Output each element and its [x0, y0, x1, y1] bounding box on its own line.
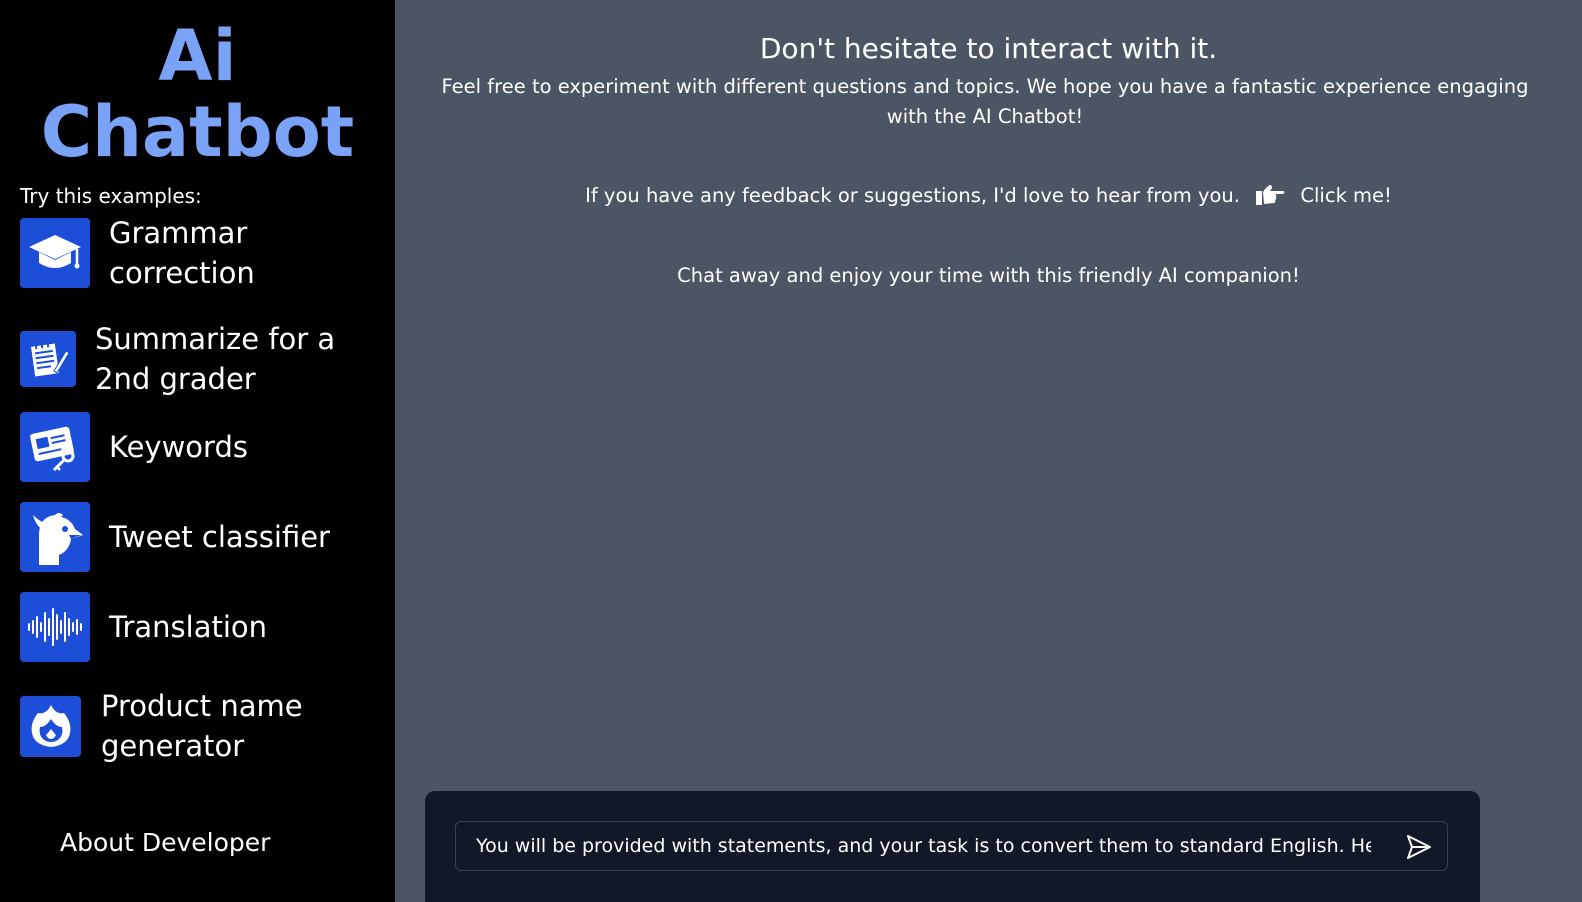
feedback-link[interactable]: Click me!: [1300, 184, 1391, 207]
about-developer-link[interactable]: About Developer: [60, 828, 270, 857]
send-button[interactable]: [1405, 833, 1433, 861]
feedback-line: If you have any feedback or suggestions,…: [395, 181, 1582, 216]
example-grammar-correction[interactable]: Grammar correction: [20, 213, 369, 293]
example-summarize[interactable]: Summarize for a 2nd grader: [20, 319, 385, 399]
feedback-text: If you have any feedback or suggestions,…: [585, 184, 1240, 207]
app-title-line1: Ai: [158, 15, 237, 97]
example-keywords[interactable]: Keywords: [20, 412, 248, 482]
send-icon: [1407, 835, 1431, 859]
sound-wave-icon: [20, 592, 90, 662]
enjoy-text: Chat away and enjoy your time with this …: [677, 264, 1300, 287]
example-label: Translation: [109, 610, 268, 644]
intro-text: Feel free to experiment with different q…: [441, 75, 1529, 128]
pointing-hand-icon: [1254, 183, 1286, 216]
main-content: Don't hesitate to interact with it. Feel…: [395, 0, 1582, 902]
notepad-icon: [20, 331, 76, 387]
chat-input-container: [455, 821, 1448, 871]
page-headline: Don't hesitate to interact with it.: [759, 32, 1218, 65]
example-translation[interactable]: Translation: [20, 592, 267, 662]
graduation-cap-icon: [20, 218, 90, 288]
example-product-name-generator[interactable]: Product name generator: [20, 686, 341, 766]
app-title-line2: Chatbot: [40, 91, 355, 173]
example-label: Product name generator: [101, 689, 303, 763]
chat-input[interactable]: [476, 822, 1371, 870]
sidebar: Ai Chatbot Try this examples: Grammar co…: [0, 0, 395, 902]
chat-panel: [425, 791, 1480, 902]
example-label: Summarize for a 2nd grader: [95, 322, 336, 396]
keyword-card-icon: [20, 412, 90, 482]
example-tweet-classifier[interactable]: Tweet classifier: [20, 502, 330, 572]
example-label: Keywords: [109, 430, 248, 464]
app-title: Ai Chatbot: [0, 18, 395, 170]
examples-label: Try this examples:: [20, 184, 202, 208]
bird-icon: [20, 502, 90, 572]
example-label: Grammar correction: [109, 216, 255, 290]
example-label: Tweet classifier: [109, 520, 330, 554]
flame-icon: [20, 695, 81, 757]
